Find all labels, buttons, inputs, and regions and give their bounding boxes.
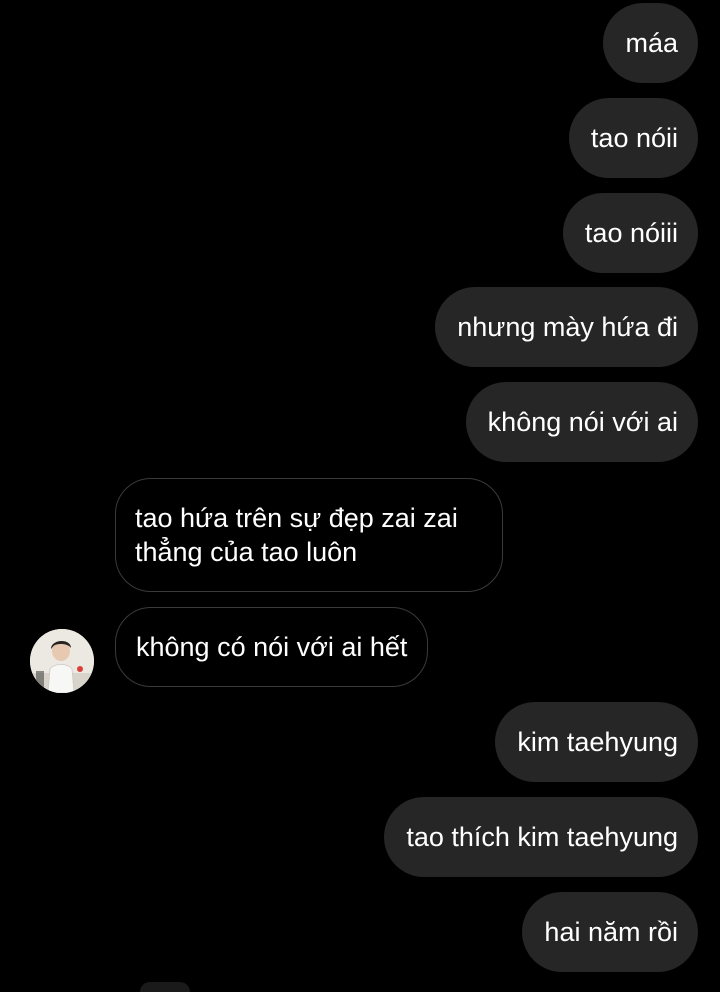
- message-sent[interactable]: hai năm rồi: [522, 892, 698, 972]
- avatar-photo-icon: [30, 629, 94, 693]
- message-text: nhưng mày hứa đi: [457, 312, 678, 342]
- message-text: không có nói với ai hết: [136, 632, 408, 662]
- message-sent[interactable]: tao thích kim taehyung: [384, 797, 698, 877]
- message-sent[interactable]: nhưng mày hứa đi: [435, 287, 698, 367]
- next-message-edge: [140, 982, 190, 992]
- message-sent[interactable]: không nói với ai: [465, 382, 698, 462]
- message-received[interactable]: tao hứa trên sự đẹp zai zai thẳng của ta…: [115, 478, 503, 592]
- message-sent[interactable]: tao nóii: [568, 98, 698, 178]
- message-text: tao hứa trên sự đẹp zai zai thẳng của ta…: [135, 503, 458, 567]
- message-text: tao nóiii: [584, 218, 678, 248]
- message-sent[interactable]: tao nóiii: [562, 193, 698, 273]
- message-text: không nói với ai: [487, 407, 678, 437]
- message-text: tao thích kim taehyung: [406, 822, 678, 852]
- message-text: hai năm rồi: [544, 917, 678, 947]
- message-sent[interactable]: kim taehyung: [495, 702, 698, 782]
- contact-avatar[interactable]: [30, 629, 94, 693]
- message-sent[interactable]: máa: [603, 3, 698, 83]
- chat-thread: máa tao nóii tao nóiii nhưng mày hứa đi …: [0, 0, 720, 992]
- message-text: máa: [625, 28, 678, 58]
- message-received[interactable]: không có nói với ai hết: [115, 607, 429, 687]
- message-text: kim taehyung: [517, 727, 678, 757]
- message-text: tao nóii: [590, 123, 678, 153]
